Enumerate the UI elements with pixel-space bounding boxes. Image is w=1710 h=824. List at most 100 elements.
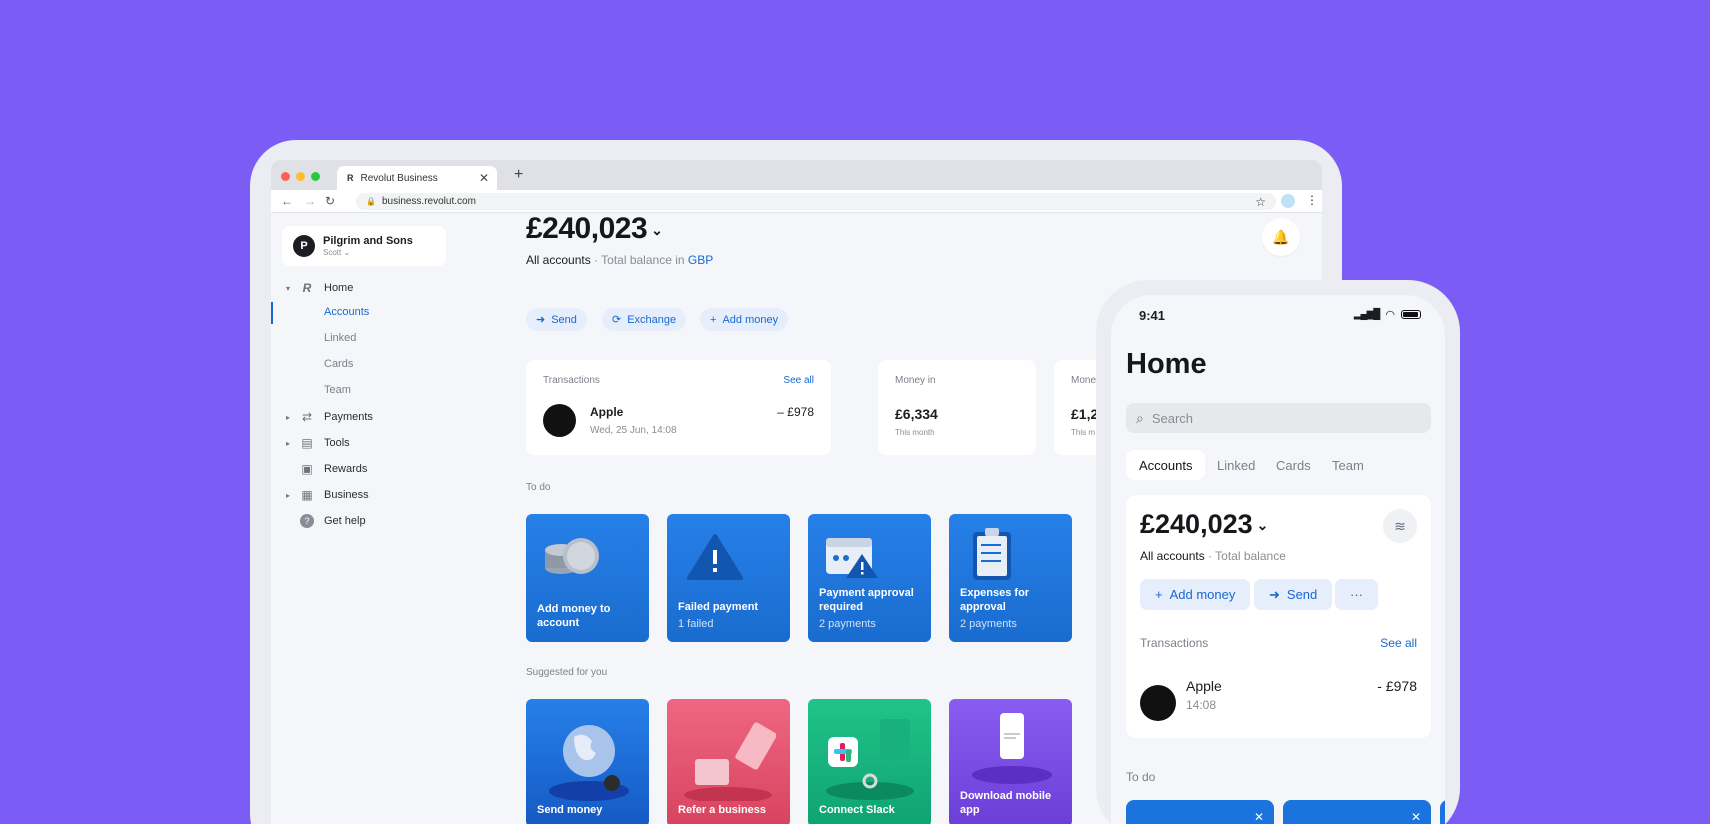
coins-stack-icon[interactable]: ≋ bbox=[1383, 509, 1417, 543]
chevron-down-icon: ⌄ bbox=[1256, 517, 1269, 534]
sidebar-item-accounts[interactable]: Accounts bbox=[324, 306, 369, 318]
minimize-window-button[interactable] bbox=[296, 172, 305, 181]
sidebar-item-team[interactable]: Team bbox=[324, 384, 351, 396]
phone-more-button[interactable]: ··· bbox=[1335, 579, 1378, 610]
reload-icon[interactable]: ↻ bbox=[325, 194, 335, 208]
more-icon: ··· bbox=[1350, 587, 1363, 602]
search-input[interactable]: ⌕ Search bbox=[1126, 403, 1431, 433]
arrow-right-icon: ➜ bbox=[1269, 586, 1280, 602]
revolut-favicon-icon: R bbox=[347, 173, 354, 183]
caret-right-icon: ▸ bbox=[286, 438, 291, 448]
browser-menu-icon[interactable]: ⋮ bbox=[1306, 193, 1318, 207]
exchange-button[interactable]: ⟳ Exchange bbox=[602, 308, 687, 331]
new-tab-icon[interactable]: + bbox=[514, 166, 523, 184]
apple-logo-icon bbox=[543, 404, 576, 437]
browser-tab[interactable]: R Revolut Business ✕ bbox=[337, 166, 497, 190]
tile-title: Connect Slack bbox=[819, 804, 895, 816]
chevron-down-icon: ⌄ bbox=[651, 221, 663, 238]
sidebar-item-cards[interactable]: Cards bbox=[324, 358, 353, 370]
close-icon[interactable]: ✕ bbox=[1254, 810, 1264, 824]
profile-avatar[interactable] bbox=[1281, 194, 1295, 208]
phone-todo-title: To do bbox=[1126, 770, 1156, 784]
caret-right-icon: ▸ bbox=[286, 490, 291, 500]
phone-todo-tile[interactable]: ✕ bbox=[1283, 800, 1431, 824]
plus-icon: + bbox=[1155, 587, 1163, 602]
org-user: Scott ⌄ bbox=[323, 248, 351, 257]
phone-todo-tile[interactable]: ✕ bbox=[1126, 800, 1274, 824]
sidebar-item-home[interactable]: ▾ R Home bbox=[271, 278, 471, 298]
lock-icon: 🔒 bbox=[366, 197, 376, 206]
phone-tab-team[interactable]: Team bbox=[1319, 450, 1377, 480]
sidebar-item-payments[interactable]: ▸ ⇄ Payments bbox=[271, 407, 471, 427]
sidebar-item-get-help[interactable]: ? Get help bbox=[271, 511, 471, 531]
tile-title: Send money bbox=[537, 804, 603, 816]
clipboard-checklist-icon bbox=[973, 528, 1011, 580]
tile-title: Add money to account bbox=[537, 603, 611, 629]
transaction-merchant[interactable]: Apple bbox=[590, 405, 623, 419]
suggested-send-money-tile[interactable]: Send money bbox=[526, 699, 649, 824]
todo-failed-payment-tile[interactable]: Failed payment 1 failed bbox=[667, 514, 790, 642]
url-text: business.revolut.com bbox=[381, 196, 476, 207]
todo-add-money-tile[interactable]: Add money to account bbox=[526, 514, 649, 642]
phone-transaction-time: 14:08 bbox=[1186, 698, 1217, 712]
search-placeholder: Search bbox=[1151, 410, 1194, 426]
tile-title: Download mobile app bbox=[960, 790, 1052, 816]
org-switcher[interactable]: P Pilgrim and Sons Scott ⌄ bbox=[282, 226, 446, 266]
notifications-bell-icon[interactable]: 🔔 bbox=[1262, 218, 1300, 256]
revolut-logo-icon: R bbox=[302, 281, 312, 295]
phone-tab-accounts[interactable]: Accounts bbox=[1126, 450, 1206, 480]
url-field[interactable]: 🔒 business.revolut.com ☆ bbox=[356, 193, 1276, 210]
maximize-window-button[interactable] bbox=[311, 172, 320, 181]
phone-todo-tile[interactable] bbox=[1440, 800, 1445, 824]
phone-add-money-button[interactable]: + Add money bbox=[1140, 579, 1251, 610]
suggested-download-app-tile[interactable]: Download mobile app bbox=[949, 699, 1072, 824]
close-tab-icon[interactable]: ✕ bbox=[479, 171, 489, 185]
add-money-button[interactable]: + Add money bbox=[700, 308, 789, 331]
money-in-card[interactable]: Money in £6,334 This month bbox=[878, 360, 1036, 455]
balance-subtitle: All accounts · Total balance in GBP bbox=[526, 253, 714, 267]
help-icon: ? bbox=[300, 514, 314, 528]
money-out-period: This m bbox=[1071, 428, 1095, 437]
todo-payment-approval-tile[interactable]: Payment approval required 2 payments bbox=[808, 514, 931, 642]
money-in-value: £6,334 bbox=[895, 406, 938, 422]
forward-icon[interactable]: → bbox=[304, 194, 316, 208]
back-icon[interactable]: ← bbox=[281, 194, 293, 208]
phone-tab-linked[interactable]: Linked bbox=[1204, 450, 1268, 480]
todo-expenses-tile[interactable]: Expenses for approval 2 payments bbox=[949, 514, 1072, 642]
phone-balance-subtitle: All accounts · Total balance bbox=[1140, 549, 1286, 563]
signal-icon: ▂▄▆█ bbox=[1353, 309, 1381, 320]
send-button[interactable]: ➜ Send bbox=[526, 308, 587, 331]
battery-icon bbox=[1401, 310, 1421, 319]
sidebar-item-business[interactable]: ▸ ▦ Business bbox=[271, 485, 471, 505]
phone-tab-cards[interactable]: Cards bbox=[1263, 450, 1324, 480]
money-out-title: Mone bbox=[1071, 375, 1097, 386]
gift-icon: ▣ bbox=[301, 462, 313, 476]
briefcase-icon: ▦ bbox=[301, 488, 313, 502]
see-all-link[interactable]: See all bbox=[783, 375, 814, 386]
total-balance[interactable]: £240,023 ⌄ bbox=[526, 212, 663, 246]
close-window-button[interactable] bbox=[281, 172, 290, 181]
tile-title: Expenses for approval bbox=[960, 587, 1030, 613]
currency-link[interactable]: GBP bbox=[688, 253, 713, 267]
sidebar-item-rewards[interactable]: ▣ Rewards bbox=[271, 459, 471, 479]
tab-title: Revolut Business bbox=[360, 172, 438, 184]
close-icon[interactable]: ✕ bbox=[1411, 810, 1421, 824]
phone-transaction-merchant[interactable]: Apple bbox=[1186, 678, 1222, 694]
tools-clipboard-icon: ▤ bbox=[301, 436, 313, 450]
sidebar-item-linked[interactable]: Linked bbox=[324, 332, 356, 344]
plus-icon: + bbox=[710, 313, 717, 326]
suggested-connect-slack-tile[interactable]: Connect Slack bbox=[808, 699, 931, 824]
wifi-icon: ◠ bbox=[1385, 309, 1395, 321]
bookmark-star-icon[interactable]: ☆ bbox=[1255, 195, 1266, 209]
sidebar-item-label: Tools bbox=[324, 437, 350, 449]
search-icon: ⌕ bbox=[1136, 409, 1144, 426]
phone-see-all-link[interactable]: See all bbox=[1380, 636, 1417, 650]
calendar-warning-icon bbox=[826, 538, 878, 578]
phone-total-balance[interactable]: £240,023 ⌄ bbox=[1140, 509, 1268, 540]
todo-section-title: To do bbox=[526, 482, 551, 493]
warning-icon bbox=[687, 534, 743, 580]
suggested-refer-business-tile[interactable]: Refer a business bbox=[667, 699, 790, 824]
transfer-arrows-icon: ⇄ bbox=[301, 410, 313, 424]
phone-send-button[interactable]: ➜ Send bbox=[1254, 579, 1333, 610]
sidebar-item-tools[interactable]: ▸ ▤ Tools bbox=[271, 433, 471, 453]
